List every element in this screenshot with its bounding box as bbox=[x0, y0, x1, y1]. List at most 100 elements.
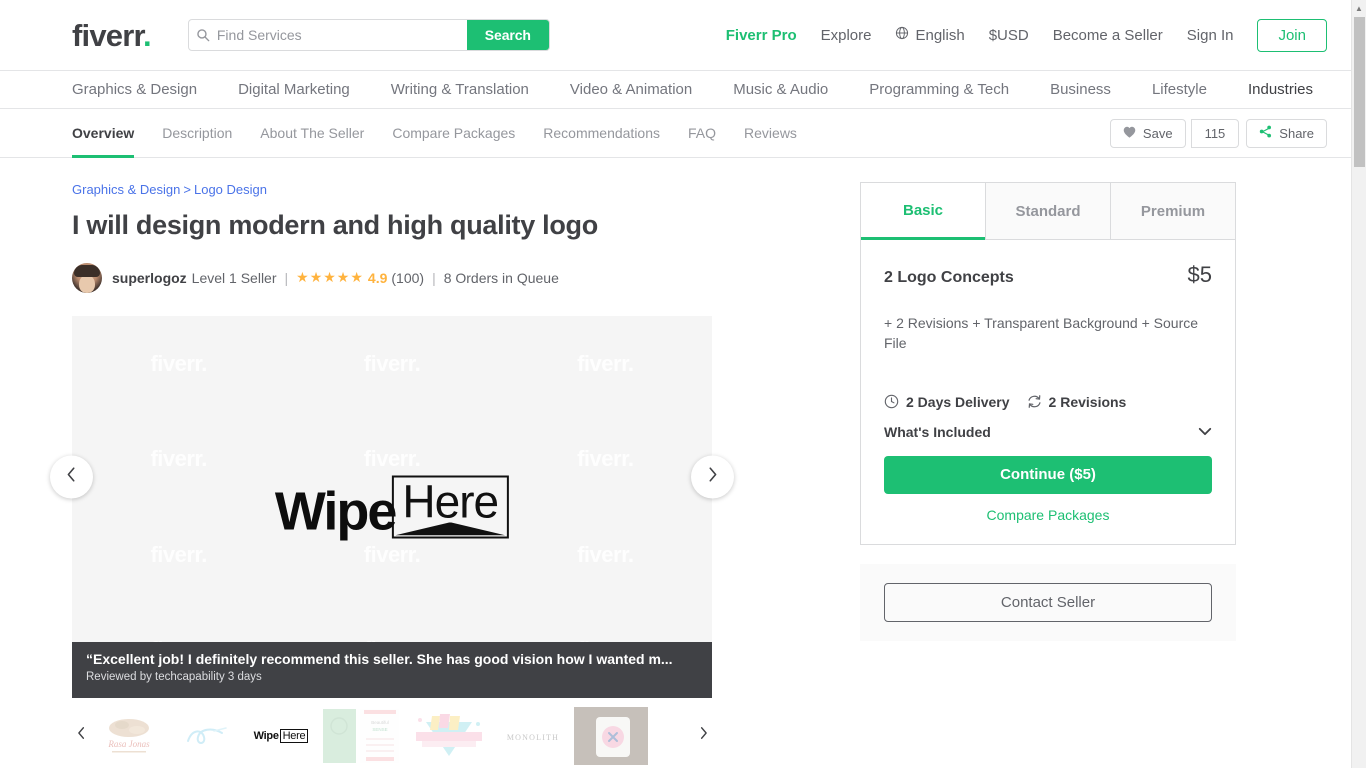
breadcrumb-parent[interactable]: Graphics & Design bbox=[72, 182, 180, 197]
thumbnail-item[interactable]: Wipe Here bbox=[246, 706, 316, 765]
thumb-monochrome-wordmark: MONOLITH bbox=[507, 733, 558, 742]
tab-faq[interactable]: FAQ bbox=[688, 109, 716, 158]
category-writing-translation[interactable]: Writing & Translation bbox=[391, 81, 529, 98]
svg-text:Rasa Jonas: Rasa Jonas bbox=[107, 739, 150, 749]
scrollbar-thumb[interactable] bbox=[1354, 17, 1365, 167]
thumb-rasa-jonas-logo: Rasa Jonas bbox=[107, 718, 150, 753]
nav-language-label: English bbox=[915, 26, 965, 44]
whats-included-toggle[interactable]: What's Included bbox=[884, 424, 1212, 440]
gig-content: Graphics & Design > Logo Design I will des… bbox=[0, 158, 1351, 767]
seller-username[interactable]: superlogoz bbox=[112, 270, 187, 286]
chevron-right-icon bbox=[699, 726, 708, 745]
fiverr-logo-dot: . bbox=[143, 17, 152, 53]
clock-icon bbox=[884, 394, 899, 409]
logo-artwork-frame: Here bbox=[391, 475, 510, 539]
category-music-audio[interactable]: Music & Audio bbox=[733, 81, 828, 98]
chevron-down-icon bbox=[1198, 424, 1212, 439]
thumbnail-item[interactable] bbox=[170, 706, 240, 765]
watermark-text: fiverr. bbox=[150, 446, 207, 471]
breadcrumb-child[interactable]: Logo Design bbox=[194, 182, 267, 197]
page-scrollbar[interactable]: ▲ bbox=[1351, 0, 1366, 768]
contact-seller-button[interactable]: Contact Seller bbox=[884, 582, 1212, 622]
share-button[interactable]: Share bbox=[1246, 118, 1327, 148]
thumbnail-item[interactable] bbox=[406, 706, 492, 765]
save-count-badge[interactable]: 115 bbox=[1190, 118, 1240, 148]
seller-divider-1: | bbox=[284, 269, 289, 286]
save-button[interactable]: Save bbox=[1109, 118, 1186, 148]
orders-in-queue: 8 Orders in Queue bbox=[443, 269, 559, 286]
seller-info-row: superlogoz Level 1 Seller | ★★★★★ 4.9 (1… bbox=[72, 262, 814, 293]
nav-become-a-seller[interactable]: Become a Seller bbox=[1053, 27, 1163, 44]
category-lifestyle[interactable]: Lifestyle bbox=[1152, 81, 1207, 98]
search-bar[interactable]: Search bbox=[187, 19, 550, 51]
share-label: Share bbox=[1279, 125, 1314, 141]
category-programming-tech[interactable]: Programming & Tech bbox=[869, 81, 1009, 98]
nav-sign-in[interactable]: Sign In bbox=[1187, 27, 1234, 44]
category-business[interactable]: Business bbox=[1050, 81, 1111, 98]
category-digital-marketing[interactable]: Digital Marketing bbox=[238, 81, 350, 98]
revisions-label: 2 Revisions bbox=[1048, 393, 1127, 410]
watermark-text: fiverr. bbox=[577, 446, 634, 471]
nav-language[interactable]: English bbox=[895, 26, 965, 44]
thumbnail-item[interactable]: Rasa Jonas bbox=[94, 706, 164, 765]
tab-overview[interactable]: Overview bbox=[72, 109, 135, 158]
nav-explore[interactable]: Explore bbox=[821, 27, 872, 44]
search-icon bbox=[189, 20, 217, 50]
thumb-packaging-mockup bbox=[574, 706, 648, 765]
continue-button[interactable]: Continue ($5) bbox=[884, 455, 1212, 494]
tab-reviews[interactable]: Reviews bbox=[744, 109, 797, 158]
heart-icon bbox=[1123, 126, 1136, 140]
tab-compare-packages[interactable]: Compare Packages bbox=[392, 109, 515, 158]
thumbnail-item[interactable]: MONOLITH bbox=[498, 706, 568, 765]
category-industries[interactable]: Industries bbox=[1248, 81, 1313, 98]
tab-description[interactable]: Description bbox=[162, 109, 232, 158]
watermark-text: fiverr. bbox=[577, 350, 634, 376]
package-tab-basic[interactable]: Basic bbox=[861, 183, 985, 240]
package-name: 2 Logo Concepts bbox=[884, 269, 1014, 286]
thumb-wipe-here-logo: Wipe Here bbox=[254, 728, 309, 743]
logo-artwork-primary: Wipe bbox=[274, 481, 398, 542]
delivery-time-label: 2 Days Delivery bbox=[906, 393, 1010, 410]
gallery-logo-artwork: Wipe Here bbox=[274, 475, 510, 542]
join-button[interactable]: Join bbox=[1257, 18, 1327, 52]
category-video-animation[interactable]: Video & Animation bbox=[570, 81, 692, 98]
header-nav-right: Fiverr Pro Explore English $USD Become a… bbox=[726, 18, 1327, 52]
package-tab-standard[interactable]: Standard bbox=[985, 183, 1110, 240]
search-input[interactable] bbox=[216, 20, 467, 50]
nav-fiverr-pro[interactable]: Fiverr Pro bbox=[726, 27, 797, 44]
package-price: $5 bbox=[1187, 262, 1212, 287]
revisions-count: 2 Revisions bbox=[1027, 393, 1127, 410]
refresh-icon bbox=[1027, 394, 1042, 409]
package-meta: 2 Days Delivery 2 Revisions bbox=[884, 394, 1212, 410]
category-graphics-design[interactable]: Graphics & Design bbox=[72, 81, 197, 98]
search-button[interactable]: Search bbox=[466, 20, 549, 50]
svg-text:Beautiful: Beautiful bbox=[371, 720, 389, 725]
gig-sidebar: Basic Standard Premium 2 Logo Concepts $… bbox=[860, 182, 1236, 767]
thumb-green-brochure: Beautiful SENSE bbox=[323, 708, 399, 763]
thumbnail-item[interactable]: Beautiful SENSE bbox=[322, 706, 400, 765]
tab-about-the-seller[interactable]: About The Seller bbox=[260, 109, 364, 158]
package-tab-premium[interactable]: Premium bbox=[1110, 183, 1235, 240]
fiverr-logo[interactable]: fiverr. bbox=[72, 17, 152, 53]
review-quote: “Excellent job! I definitely recommend t… bbox=[86, 650, 673, 667]
watermark-text: fiverr. bbox=[363, 541, 421, 567]
avatar[interactable] bbox=[72, 262, 102, 293]
gallery-prev-button[interactable] bbox=[50, 455, 93, 499]
scrollbar-up-arrow[interactable]: ▲ bbox=[1352, 0, 1366, 17]
rating-stars: ★★★★★ bbox=[296, 269, 364, 286]
thumbnail-item[interactable] bbox=[574, 706, 648, 765]
gig-tab-nav: Overview Description About The Seller Co… bbox=[0, 109, 1351, 158]
tab-recommendations[interactable]: Recommendations bbox=[543, 109, 660, 158]
compare-packages-link[interactable]: Compare Packages bbox=[884, 507, 1212, 523]
thumbnails-next-button[interactable] bbox=[694, 723, 712, 749]
share-icon bbox=[1259, 125, 1272, 141]
thumbnails-prev-button[interactable] bbox=[72, 723, 90, 749]
save-label: Save bbox=[1142, 125, 1173, 141]
seller-level: Level 1 Seller bbox=[191, 269, 277, 286]
breadcrumb: Graphics & Design > Logo Design bbox=[72, 182, 814, 197]
watermark-text: fiverr. bbox=[363, 446, 421, 471]
breadcrumb-separator: > bbox=[183, 182, 191, 197]
nav-currency[interactable]: $USD bbox=[989, 27, 1029, 44]
gallery-next-button[interactable] bbox=[691, 455, 734, 499]
review-meta: Reviewed by techcapability 3 days bbox=[86, 671, 262, 684]
